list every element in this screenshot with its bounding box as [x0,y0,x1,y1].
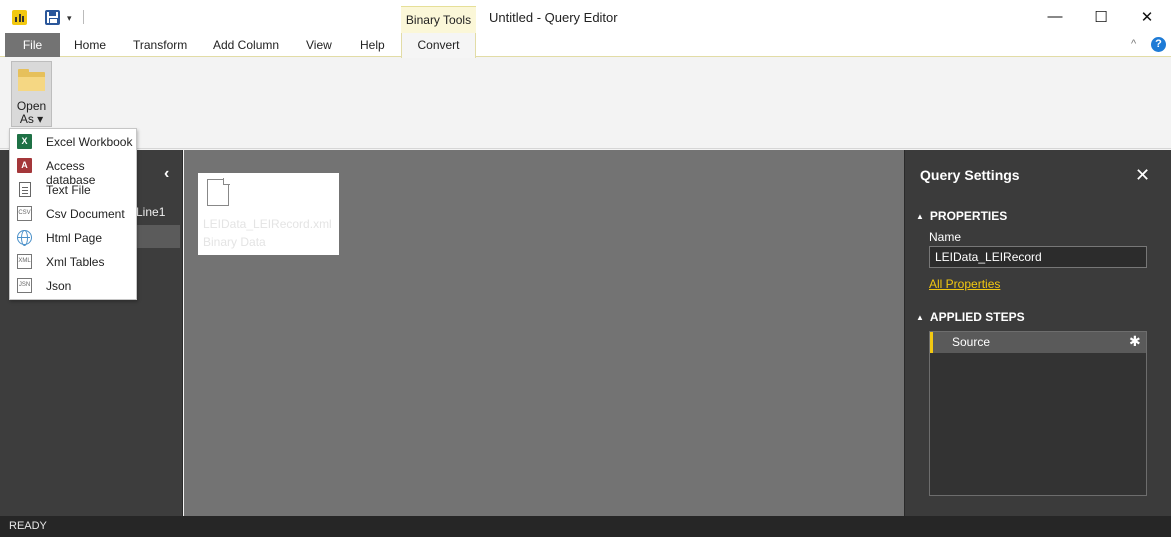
xml-icon: XML [17,254,32,269]
applied-steps-section-header[interactable]: ▲ APPLIED STEPS [916,310,1025,324]
close-window-button[interactable]: ✕ [1124,0,1170,33]
properties-section-header[interactable]: ▲ PROPERTIES [916,209,1007,223]
query-item-line1[interactable]: Line1 [136,205,165,219]
gear-icon[interactable]: ✱ [1129,333,1141,350]
folder-icon [18,69,45,91]
help-icon[interactable]: ? [1151,37,1166,52]
name-label: Name [929,230,962,244]
file-icon [207,178,230,206]
collapse-queries-pane-icon[interactable]: ‹ [164,165,169,183]
title-bar: ▾ Binary Tools Untitled - Query Editor —… [0,0,1171,33]
globe-icon [17,230,32,246]
tab-convert[interactable]: Convert [401,33,476,58]
open-as-label: Open As ▾ [16,99,47,126]
menu-item-xml-tables[interactable]: XML Xml Tables [10,250,136,274]
collapse-triangle-icon: ▲ [916,212,924,221]
power-bi-logo-icon [12,10,27,25]
excel-icon: X [17,134,32,149]
query-settings-pane: Query Settings ✕ ▲PROPERTIES Name All Pr… [904,150,1171,516]
save-icon[interactable] [45,10,60,25]
access-icon: A [17,158,32,173]
quick-access-separator [83,10,84,24]
binary-file-card[interactable]: LEIData_LEIRecord.xml Binary Data [198,173,339,255]
customize-quick-access-dropdown-icon[interactable]: ▾ [67,13,72,24]
open-as-button[interactable]: Open As ▾ [11,61,52,127]
ribbon-tab-bar: File Home Transform Add Column View Help… [0,33,1171,58]
all-properties-link[interactable]: All Properties [929,277,1000,291]
menu-item-csv-document[interactable]: CSV Csv Document [10,202,136,226]
tab-file[interactable]: File [5,33,60,57]
preview-area: LEIData_LEIRecord.xml Binary Data [184,150,904,516]
tab-home[interactable]: Home [74,33,106,57]
applied-step-source[interactable]: Source ✱ [930,332,1146,353]
binary-file-card-text: LEIData_LEIRecord.xml Binary Data [203,217,332,249]
status-text: READY [9,520,47,532]
tab-view[interactable]: View [306,33,332,57]
tab-add-column[interactable]: Add Column [213,33,279,57]
collapse-ribbon-icon[interactable]: ^ [1131,38,1136,50]
window-title: Untitled - Query Editor [489,10,618,25]
open-as-menu: X Excel Workbook A Access database Text … [9,128,137,300]
menu-item-text-file[interactable]: Text File [10,178,136,202]
applied-steps-list: Source ✱ [929,331,1147,496]
json-icon: JSN [17,278,32,293]
menu-item-html-page[interactable]: Html Page [10,226,136,250]
ribbon-content: Open As ▾ [0,58,1171,149]
tab-transform[interactable]: Transform [133,33,187,57]
status-bar: READY [0,516,1171,537]
maximize-button[interactable]: ☐ [1078,0,1124,33]
close-query-settings-icon[interactable]: ✕ [1135,165,1150,186]
collapse-triangle-icon: ▲ [916,313,924,322]
binary-tools-contextual-label: Binary Tools [401,6,476,33]
tab-help[interactable]: Help [360,33,385,57]
menu-item-excel-workbook[interactable]: X Excel Workbook [10,130,136,154]
menu-item-json[interactable]: JSN Json [10,274,136,298]
query-name-input[interactable] [929,246,1147,268]
csv-icon: CSV [17,206,32,221]
query-settings-title: Query Settings [920,167,1020,183]
menu-item-access-database[interactable]: A Access database [10,154,136,187]
text-file-icon [19,182,31,197]
applied-step-label: Source [952,335,991,349]
minimize-button[interactable]: — [1032,0,1078,33]
